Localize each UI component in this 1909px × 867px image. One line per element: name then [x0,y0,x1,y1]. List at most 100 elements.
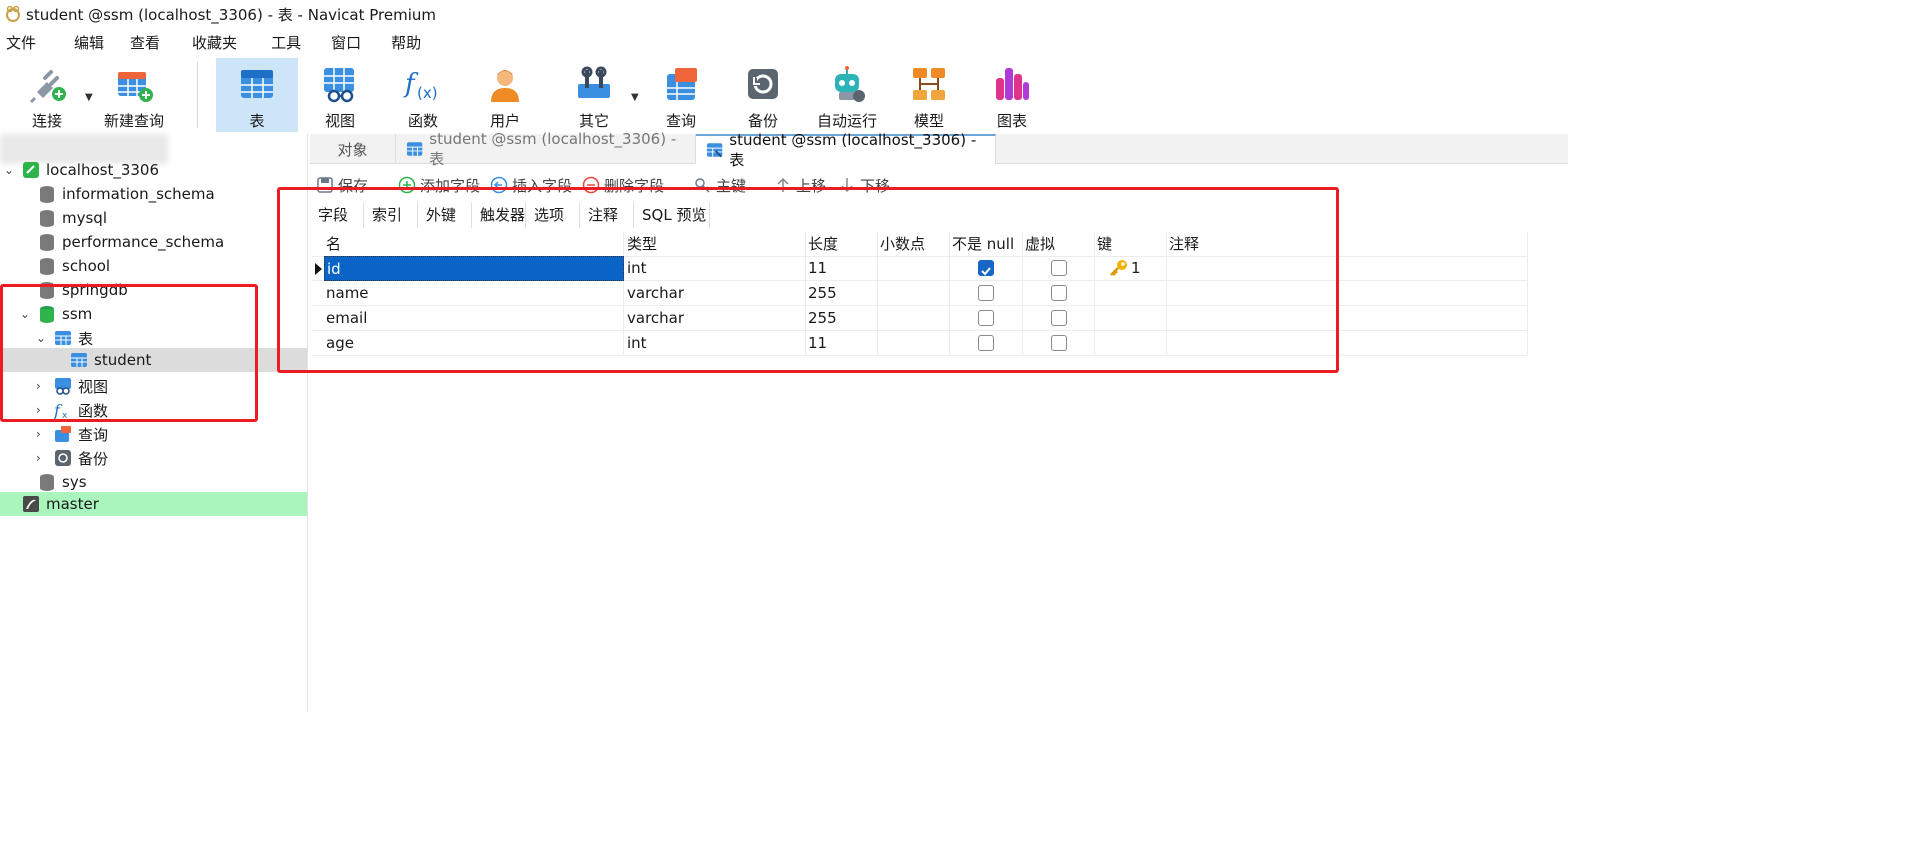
menu-help[interactable]: 帮助 [383,30,429,56]
field-comment-cell[interactable] [1167,256,1528,281]
key-cell[interactable] [1095,281,1167,306]
field-decimals-cell[interactable] [878,306,950,331]
key-cell[interactable] [1095,331,1167,356]
field-comment-cell[interactable] [1167,281,1528,306]
menu-file[interactable]: 文件 [0,30,66,56]
chevron-right-icon[interactable]: › [36,379,41,393]
field-length-cell[interactable]: 11 [806,256,878,281]
user-button[interactable]: 用户 [464,58,546,132]
chevron-right-icon[interactable]: › [36,451,41,465]
field-length-cell[interactable]: 11 [806,331,878,356]
key-cell[interactable] [1095,306,1167,331]
view-button[interactable]: 视图 [299,58,381,132]
menu-view[interactable]: 查看 [122,30,184,56]
model-button[interactable]: 模型 [888,58,970,132]
field-type-cell[interactable]: varchar [625,306,806,331]
query-button[interactable]: 查询 [640,58,722,132]
field-name-cell[interactable]: age [324,331,624,356]
not-null-checkbox[interactable] [978,335,994,351]
field-type-cell[interactable]: int [625,256,806,281]
tree-db-mysql[interactable]: mysql [0,206,307,230]
tree-db-springdb[interactable]: springdb [0,278,307,302]
function-button[interactable]: f (x) 函数 [382,58,464,132]
chart-button[interactable]: 图表 [971,58,1053,132]
chevron-right-icon[interactable]: › [36,403,41,417]
column-header-key[interactable]: 键 [1095,232,1167,257]
field-type-cell[interactable]: varchar [625,281,806,306]
virtual-checkbox[interactable] [1051,260,1067,276]
tree-connection[interactable]: ⌄ localhost_3306 [0,158,307,182]
automation-button[interactable]: 自动运行 [805,58,889,132]
field-decimals-cell[interactable] [878,256,950,281]
field-comment-cell[interactable] [1167,306,1528,331]
tree-db-information-schema[interactable]: information_schema [0,182,307,206]
tree-connection-master[interactable]: master [0,492,307,516]
insert-field-button[interactable]: 插入字段 [490,174,572,196]
not-null-checkbox[interactable] [978,260,994,276]
field-length-cell[interactable]: 255 [806,306,878,331]
tree-db-ssm[interactable]: ⌄ ssm [0,302,307,326]
tree-db-performance-schema[interactable]: performance_schema [0,230,307,254]
primary-key-button[interactable]: 主键 [694,174,746,196]
delete-field-button[interactable]: 删除字段 [582,174,664,196]
chevron-down-icon[interactable]: ⌄ [36,331,46,345]
column-header-not-null[interactable]: 不是 null [950,232,1023,257]
tab-sql-preview[interactable]: SQL 预览 [634,202,710,228]
virtual-checkbox[interactable] [1051,285,1067,301]
column-header-comment[interactable]: 注释 [1167,232,1528,257]
not-null-checkbox[interactable] [978,285,994,301]
tab-student-table-2[interactable]: student @ssm (localhost_3306) - 表 [696,131,996,169]
field-length-cell[interactable]: 255 [806,281,878,306]
add-field-button[interactable]: 添加字段 [398,174,480,196]
tab-student-table-1[interactable]: student @ssm (localhost_3306) - 表 [396,130,696,168]
column-header-virtual[interactable]: 虚拟 [1023,232,1095,257]
tab-options[interactable]: 选项 [526,202,580,228]
column-header-type[interactable]: 类型 [625,232,806,257]
tab-fields[interactable]: 字段 [310,202,364,228]
tab-triggers[interactable]: 触发器 [472,202,526,228]
move-up-button[interactable]: 上移 [774,174,826,196]
field-name-cell[interactable]: email [324,306,624,331]
tree-folder-tables[interactable]: ⌄ 表 [0,326,307,350]
tree-table-student[interactable]: student [0,348,307,372]
table-button[interactable]: 表 [216,58,298,132]
other-dropdown-icon[interactable]: ▼ [631,92,639,103]
menu-window[interactable]: 窗口 [323,30,383,56]
menu-edit[interactable]: 编辑 [66,30,122,56]
table-row[interactable]: name varchar 255 [312,281,1528,306]
move-down-button[interactable]: 下移 [838,174,890,196]
new-query-button[interactable]: 新建查询 [92,58,176,132]
menu-tools[interactable]: 工具 [263,30,323,56]
column-header-length[interactable]: 长度 [806,232,878,257]
table-row[interactable]: id int 11 1 [312,256,1528,281]
tree-folder-queries[interactable]: › 查询 [0,422,307,446]
backup-button[interactable]: 备份 [722,58,804,132]
column-header-decimals[interactable]: 小数点 [878,232,950,257]
connect-button[interactable]: 连接 [6,58,88,132]
tab-foreign-keys[interactable]: 外键 [418,202,472,228]
tree-folder-backups[interactable]: › 备份 [0,446,307,470]
field-comment-cell[interactable] [1167,331,1528,356]
other-button[interactable]: 其它 [553,58,635,132]
field-name-cell[interactable]: id [324,256,624,281]
tab-comments[interactable]: 注释 [580,202,634,228]
tab-indexes[interactable]: 索引 [364,202,418,228]
tree-folder-views[interactable]: › 视图 [0,374,307,398]
not-null-checkbox[interactable] [978,310,994,326]
tree-folder-functions[interactable]: › fx 函数 [0,398,307,422]
column-header-name[interactable]: 名 [324,232,624,257]
table-row[interactable]: email varchar 255 [312,306,1528,331]
tree-db-sys[interactable]: sys [0,470,307,494]
virtual-checkbox[interactable] [1051,335,1067,351]
tree-db-school[interactable]: school [0,254,307,278]
chevron-down-icon[interactable]: ⌄ [20,307,30,321]
menu-favorites[interactable]: 收藏夹 [184,30,263,56]
field-type-cell[interactable]: int [625,331,806,356]
field-decimals-cell[interactable] [878,281,950,306]
field-name-cell[interactable]: name [324,281,624,306]
tab-objects[interactable]: 对象 [310,134,396,164]
table-row[interactable]: age int 11 [312,331,1528,356]
chevron-down-icon[interactable]: ⌄ [4,163,14,177]
save-button[interactable]: 保存 [316,174,368,196]
field-decimals-cell[interactable] [878,331,950,356]
